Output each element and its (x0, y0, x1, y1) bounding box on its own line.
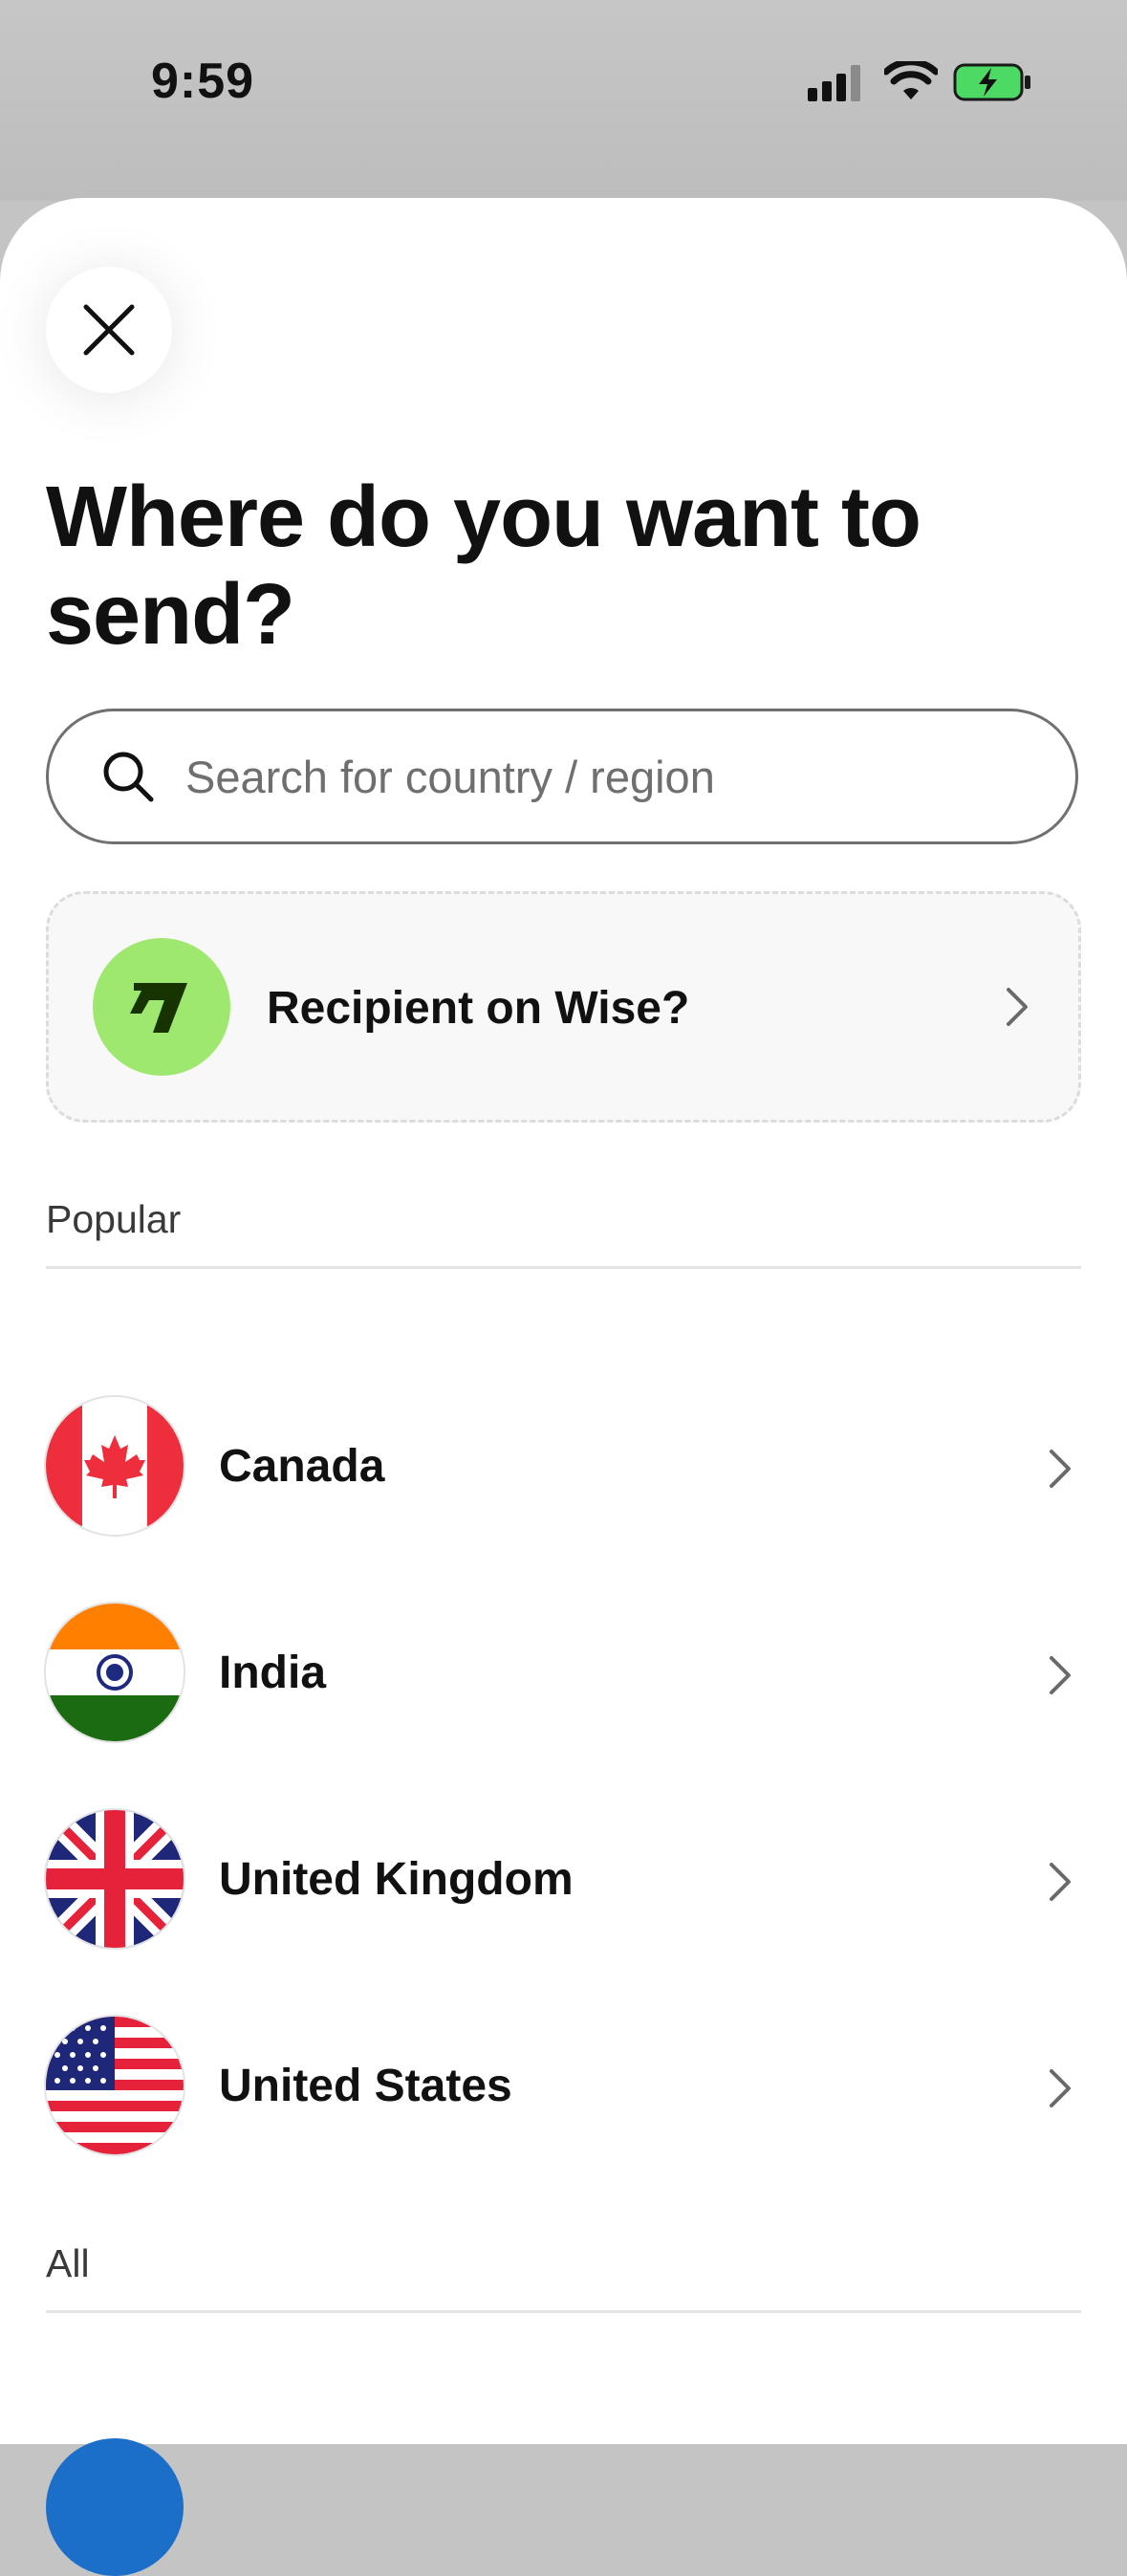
country-name: United States (219, 2061, 512, 2111)
canada-flag-icon (46, 1397, 184, 1535)
signal-icon (808, 65, 860, 101)
chevron-right-icon (1050, 2069, 1071, 2107)
country-name: United Kingdom (219, 1854, 574, 1905)
india-flag-icon (46, 1604, 184, 1741)
divider (46, 2310, 1081, 2313)
country-row-canada[interactable]: Canada (0, 1385, 1127, 1547)
status-time: 9:59 (151, 54, 255, 109)
search-field[interactable] (46, 709, 1078, 844)
country-name: India (219, 1648, 327, 1698)
wifi-icon (884, 61, 938, 99)
divider (46, 1266, 1081, 1269)
page-title: Where do you want to send? (46, 469, 921, 663)
chevron-right-icon (1050, 1656, 1071, 1694)
country-row-india[interactable]: India (0, 1591, 1127, 1754)
flag-icon (46, 2438, 184, 2576)
country-row-united-kingdom[interactable]: United Kingdom (0, 1798, 1127, 1960)
chevron-right-icon (1050, 1450, 1071, 1488)
country-row-united-states[interactable]: United States (0, 2004, 1127, 2167)
chevron-right-icon (1007, 988, 1028, 1026)
battery-icon (953, 63, 1030, 101)
wise-logo-icon (93, 938, 230, 1076)
uk-flag-icon (46, 1810, 184, 1948)
recipient-on-wise-card[interactable]: Recipient on Wise? (46, 891, 1081, 1123)
search-input[interactable] (184, 749, 1048, 804)
section-popular-label: Popular (46, 1197, 182, 1241)
country-name: Canada (219, 1441, 385, 1492)
us-flag-icon (46, 2017, 184, 2154)
wise-card-label: Recipient on Wise? (267, 983, 690, 1034)
status-bar: 9:59 (0, 0, 1127, 201)
section-all-label: All (46, 2241, 90, 2285)
close-icon (83, 304, 135, 356)
search-icon (103, 752, 154, 802)
chevron-right-icon (1050, 1863, 1071, 1901)
close-button[interactable] (46, 267, 172, 393)
